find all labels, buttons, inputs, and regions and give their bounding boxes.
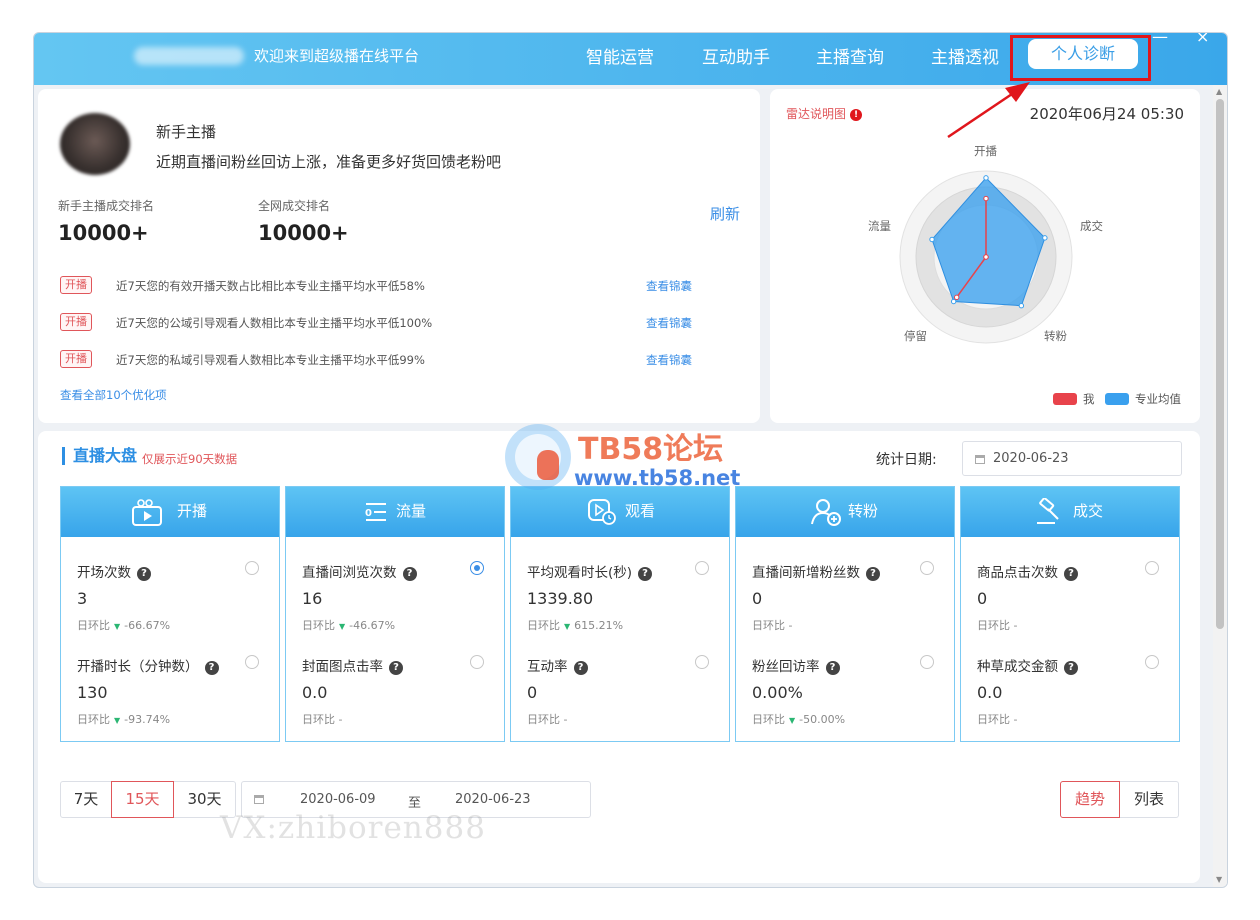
- forum-logo-inner: [515, 434, 561, 480]
- trend-view-button[interactable]: 趋势: [1060, 781, 1120, 818]
- annotation-arrow-line: [947, 92, 1013, 139]
- annotation-arrow-head: [1005, 82, 1030, 102]
- watermark-contact: VX:zhiboren888: [220, 810, 486, 846]
- watermark-url: www.tb58.net: [574, 466, 741, 490]
- forum-logo-watermark: [505, 424, 571, 490]
- range-15-days-button[interactable]: 15天: [111, 781, 174, 818]
- watermark-title: TB58论坛: [578, 432, 724, 467]
- hand-icon: [537, 450, 559, 480]
